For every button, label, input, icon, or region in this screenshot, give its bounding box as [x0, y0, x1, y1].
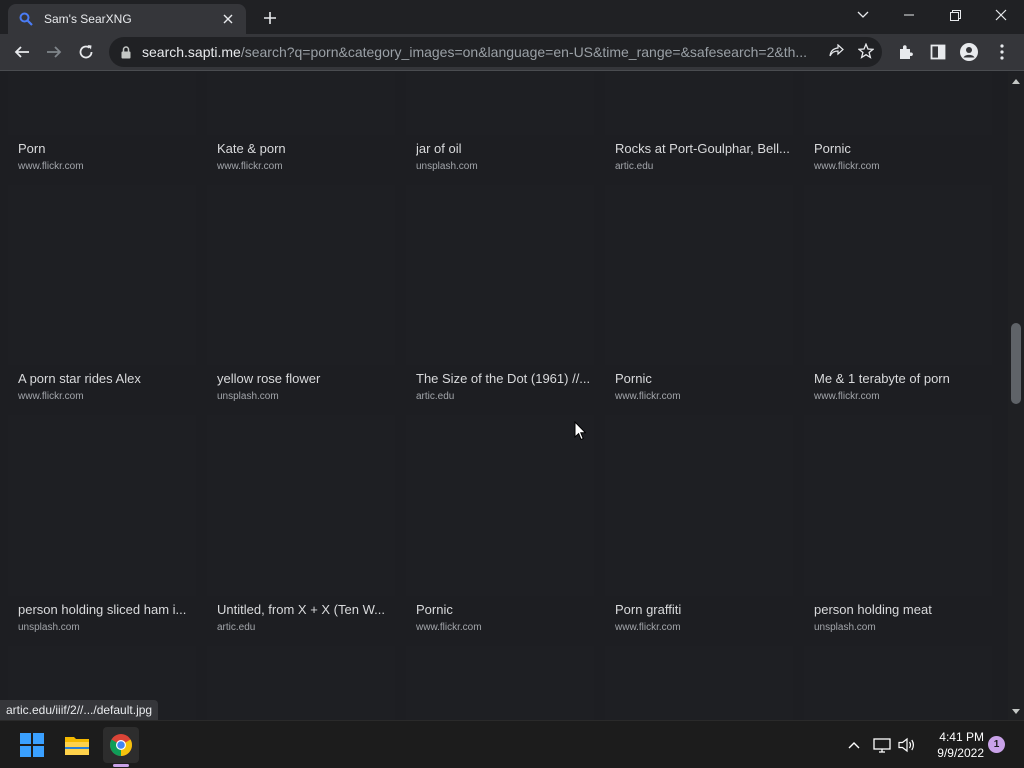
- url-text[interactable]: search.sapti.me/search?q=porn&category_i…: [142, 44, 812, 60]
- image-thumbnail[interactable]: [605, 185, 793, 365]
- bookmark-star-icon[interactable]: [857, 42, 875, 64]
- result-title[interactable]: Porn: [18, 141, 194, 156]
- result-source: www.flickr.com: [615, 391, 681, 402]
- browser-toolbar: search.sapti.me/search?q=porn&category_i…: [0, 34, 1024, 71]
- profile-icon[interactable]: [955, 38, 983, 66]
- image-thumbnail[interactable]: [207, 415, 395, 596]
- image-thumbnail[interactable]: [207, 646, 395, 720]
- result-title[interactable]: Me & 1 terabyte of porn: [814, 371, 990, 386]
- clock-time: 4:41 PM: [939, 730, 984, 744]
- result-source: artic.edu: [217, 622, 256, 633]
- url-path: /search?q=porn&category_images=on&langua…: [240, 44, 808, 60]
- link-status-bubble: artic.edu/iiif/2//.../default.jpg: [0, 700, 159, 720]
- result-source: www.flickr.com: [814, 391, 880, 402]
- scroll-up-arrow-icon[interactable]: [1008, 74, 1024, 88]
- browser-tab[interactable]: Sam's SearXNG: [8, 4, 246, 34]
- image-thumbnail[interactable]: [8, 72, 196, 135]
- tab-title: Sam's SearXNG: [44, 12, 132, 26]
- network-icon[interactable]: [872, 735, 892, 755]
- result-source: unsplash.com: [18, 622, 80, 633]
- result-title[interactable]: Pornic: [814, 141, 990, 156]
- result-source: www.flickr.com: [18, 391, 84, 402]
- file-explorer-icon[interactable]: [59, 727, 95, 763]
- extensions-icon[interactable]: [892, 38, 920, 66]
- scroll-down-arrow-icon[interactable]: [1008, 704, 1024, 718]
- scrollbar-thumb[interactable]: [1011, 323, 1021, 404]
- result-source: artic.edu: [615, 161, 654, 172]
- result-title[interactable]: person holding sliced ham i...: [18, 602, 194, 617]
- result-title[interactable]: yellow rose flower: [217, 371, 393, 386]
- share-icon[interactable]: [829, 43, 844, 64]
- image-thumbnail[interactable]: [406, 415, 594, 596]
- search-icon: [18, 11, 34, 27]
- result-source: unsplash.com: [217, 391, 279, 402]
- result-source: unsplash.com: [814, 622, 876, 633]
- url-host: search.sapti.me: [142, 44, 241, 60]
- chrome-taskbar-icon[interactable]: [103, 727, 139, 763]
- clock[interactable]: 4:41 PM 9/9/2022: [924, 729, 984, 761]
- image-thumbnail[interactable]: [8, 415, 196, 596]
- volume-icon[interactable]: [897, 735, 917, 755]
- result-source: artic.edu: [416, 391, 455, 402]
- title-bar: Sam's SearXNG: [0, 0, 1024, 34]
- image-thumbnail[interactable]: [406, 72, 594, 135]
- image-thumbnail[interactable]: [406, 646, 594, 720]
- result-source: unsplash.com: [416, 161, 478, 172]
- result-title[interactable]: Porn graffiti: [615, 602, 791, 617]
- lock-icon[interactable]: [119, 45, 133, 59]
- image-thumbnail[interactable]: [804, 646, 992, 720]
- new-tab-button[interactable]: [258, 6, 282, 30]
- result-title[interactable]: person holding meat: [814, 602, 990, 617]
- mouse-cursor-icon: [574, 420, 587, 446]
- back-button[interactable]: [8, 38, 36, 66]
- image-thumbnail[interactable]: [605, 72, 793, 135]
- side-panel-icon[interactable]: [924, 38, 952, 66]
- image-thumbnail[interactable]: [804, 72, 992, 135]
- image-thumbnail[interactable]: [406, 185, 594, 365]
- result-source: www.flickr.com: [416, 622, 482, 633]
- image-thumbnail[interactable]: [207, 185, 395, 365]
- result-title[interactable]: Pornic: [615, 371, 791, 386]
- image-thumbnail[interactable]: [605, 415, 793, 596]
- close-tab-icon[interactable]: [220, 11, 236, 27]
- active-app-indicator: [113, 764, 129, 767]
- result-title[interactable]: Kate & porn: [217, 141, 393, 156]
- menu-kebab-icon[interactable]: [988, 38, 1016, 66]
- results-page: Porn www.flickr.com Kate & porn www.flickr.…: [0, 72, 1008, 720]
- close-window-button[interactable]: [978, 0, 1024, 30]
- restore-button[interactable]: [932, 0, 978, 30]
- minimize-button[interactable]: [886, 0, 932, 30]
- image-thumbnail[interactable]: [8, 185, 196, 365]
- windows-taskbar: 4:41 PM 9/9/2022 1: [0, 720, 1024, 768]
- clock-date: 9/9/2022: [937, 746, 984, 760]
- windows-start-icon[interactable]: [14, 727, 50, 763]
- show-hidden-icons-chevron-icon[interactable]: [844, 735, 864, 755]
- result-source: www.flickr.com: [18, 161, 84, 172]
- result-source: www.flickr.com: [217, 161, 283, 172]
- result-title[interactable]: A porn star rides Alex: [18, 371, 194, 386]
- vertical-scrollbar[interactable]: [1008, 72, 1024, 720]
- result-title[interactable]: Untitled, from X + X (Ten W...: [217, 602, 393, 617]
- result-source: www.flickr.com: [814, 161, 880, 172]
- result-title[interactable]: Pornic: [416, 602, 592, 617]
- image-thumbnail[interactable]: [605, 646, 793, 720]
- tab-search-chevron-icon[interactable]: [840, 0, 886, 30]
- image-thumbnail[interactable]: [804, 415, 992, 596]
- image-thumbnail[interactable]: [207, 72, 395, 135]
- address-bar[interactable]: search.sapti.me/search?q=porn&category_i…: [109, 37, 882, 67]
- forward-button[interactable]: [40, 38, 68, 66]
- result-source: www.flickr.com: [615, 622, 681, 633]
- result-title[interactable]: jar of oil: [416, 141, 592, 156]
- image-thumbnail[interactable]: [804, 185, 992, 365]
- result-title[interactable]: The Size of the Dot (1961) //...: [416, 371, 592, 386]
- notification-badge[interactable]: 1: [988, 736, 1005, 753]
- reload-button[interactable]: [72, 38, 100, 66]
- result-title[interactable]: Rocks at Port-Goulphar, Bell...: [615, 141, 791, 156]
